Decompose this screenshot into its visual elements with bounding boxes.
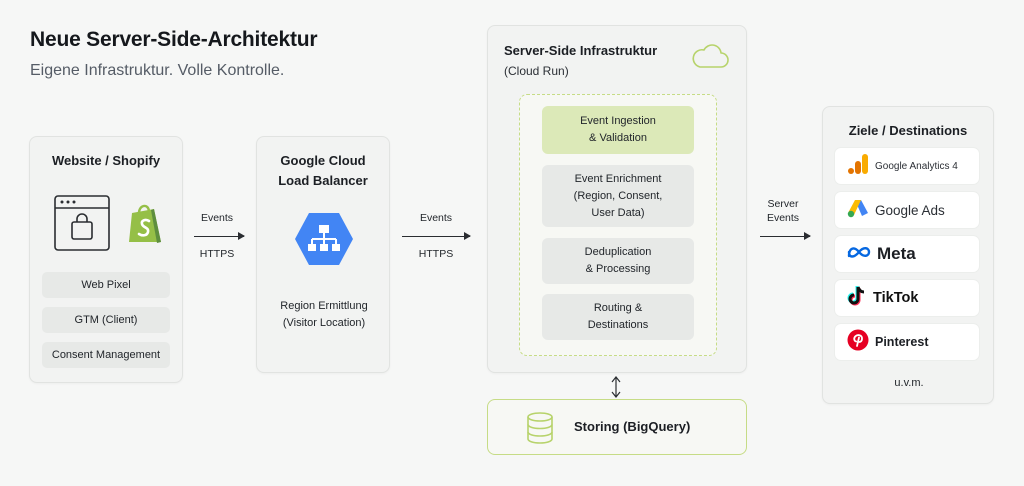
google-ads-icon bbox=[847, 198, 869, 223]
infra-title: Server-Side Infrastruktur bbox=[504, 43, 658, 58]
arrow1-label-bottom: HTTPS bbox=[199, 248, 235, 260]
destination-tiktok: TikTok bbox=[835, 280, 979, 316]
destination-google-ads-label: Google Ads bbox=[875, 202, 945, 218]
step-deduplication: Deduplication & Processing bbox=[542, 238, 694, 284]
arrow2-label-bottom: HTTPS bbox=[418, 248, 454, 260]
destination-meta-label: Meta bbox=[877, 244, 916, 263]
destination-tiktok-label: TikTok bbox=[873, 290, 919, 306]
cloud-icon bbox=[691, 42, 729, 75]
meta-icon bbox=[847, 245, 871, 264]
arrow2-label-top: Events bbox=[419, 212, 453, 224]
arrow-lb-to-infra bbox=[402, 232, 471, 240]
website-item-gtm: GTM (Client) bbox=[42, 307, 170, 333]
destination-ga4-label: Google Analytics 4 bbox=[875, 160, 958, 172]
page-subtitle: Eigene Infrastruktur. Volle Kontrolle. bbox=[30, 62, 285, 79]
infra-subtitle: (Cloud Run) bbox=[504, 64, 569, 78]
website-item-web-pixel: Web Pixel bbox=[42, 272, 170, 298]
destinations-more: u.v.m. bbox=[894, 377, 924, 389]
arrow-infra-to-destinations bbox=[760, 232, 811, 240]
arrow1-label-top: Events bbox=[200, 212, 234, 224]
destination-meta: Meta bbox=[835, 236, 979, 272]
pinterest-icon bbox=[847, 329, 869, 356]
destination-ga4: Google Analytics 4 bbox=[835, 148, 979, 184]
infra-panel: Server-Side Infrastruktur (Cloud Run) Ev… bbox=[487, 25, 747, 373]
step-enrichment: Event Enrichment (Region, Consent, User Da… bbox=[542, 165, 694, 227]
storage-box: Storing (BigQuery) bbox=[487, 399, 747, 455]
page-title: Neue Server-Side-Architektur bbox=[30, 28, 318, 51]
lb-note-line2: (Visitor Location) bbox=[282, 317, 366, 329]
website-title: Website / Shopify bbox=[51, 153, 161, 168]
browser-bag-icon bbox=[54, 195, 110, 256]
step-routing: Routing & Destinations bbox=[542, 294, 694, 340]
step-ingestion: Event Ingestion & Validation bbox=[542, 106, 694, 154]
arrow3-label-bottom: Events bbox=[766, 212, 800, 224]
destination-pinterest: Pinterest bbox=[835, 324, 979, 360]
website-item-consent: Consent Management bbox=[42, 342, 170, 368]
storage-label: Storing (BigQuery) bbox=[574, 419, 691, 434]
destinations-title: Ziele / Destinations bbox=[848, 123, 968, 138]
arrow-website-to-lb bbox=[194, 232, 245, 240]
tiktok-icon bbox=[847, 285, 867, 312]
lb-note-line1: Region Ermittlung bbox=[280, 300, 368, 312]
lb-title-line2: Load Balancer bbox=[278, 173, 368, 188]
database-icon bbox=[526, 412, 554, 449]
load-balancer-icon bbox=[294, 211, 354, 272]
cloud-run-container: Event Ingestion & Validation Event Enrich… bbox=[519, 94, 717, 356]
website-panel: Website / Shopify Web Pixel GTM (Client)… bbox=[29, 136, 183, 383]
destination-google-ads: Google Ads bbox=[835, 192, 979, 228]
destinations-panel: Ziele / Destinations Google Analytics 4 … bbox=[822, 106, 994, 404]
lb-title-line1: Google Cloud bbox=[280, 153, 366, 168]
arrow3-label-top: Server bbox=[767, 198, 799, 210]
load-balancer-panel: Google Cloud Load Balancer Region Ermitt… bbox=[256, 136, 390, 373]
destination-pinterest-label: Pinterest bbox=[875, 335, 929, 349]
shopify-icon bbox=[126, 201, 164, 250]
ga4-icon bbox=[847, 153, 869, 180]
